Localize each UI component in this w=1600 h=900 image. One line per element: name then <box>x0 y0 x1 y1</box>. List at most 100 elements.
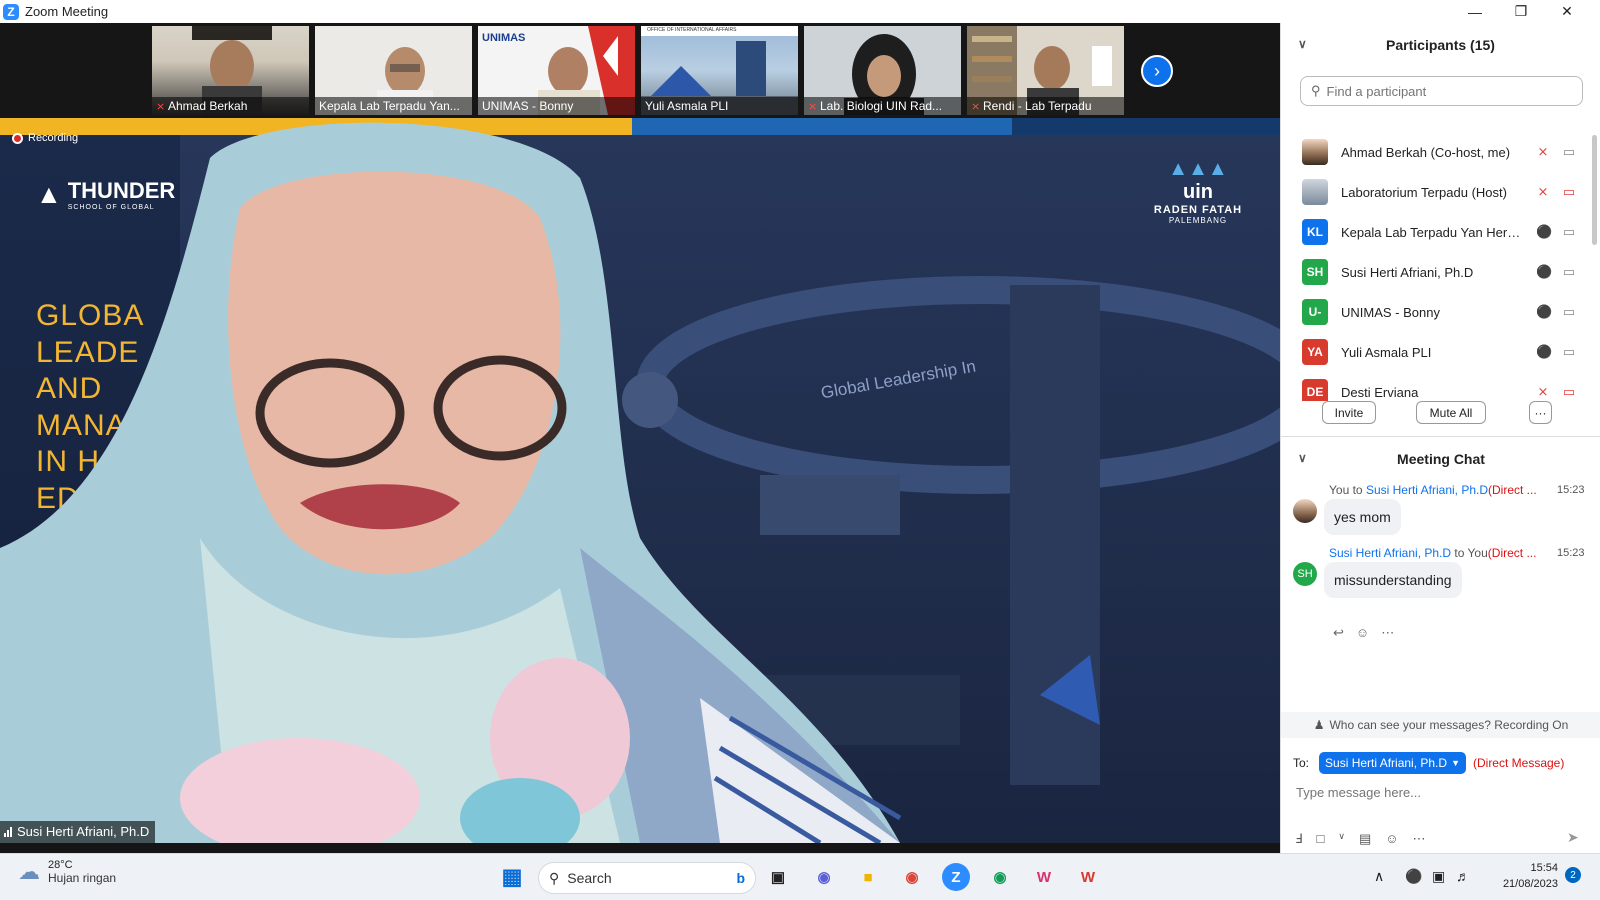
microphone-icon[interactable]: ⚫ <box>1536 264 1552 280</box>
invite-button[interactable]: Invite <box>1322 401 1376 424</box>
restore-button[interactable]: ❐ <box>1498 0 1544 23</box>
video-tile[interactable]: Kepala Lab Terpadu Yan... <box>315 26 472 115</box>
wps-office-icon[interactable]: W <box>1074 863 1102 891</box>
notification-badge[interactable]: 2 <box>1565 867 1581 883</box>
direct-message-label: (Direct Message) <box>1472 756 1565 770</box>
file-explorer-icon[interactable]: ■ <box>854 863 882 891</box>
chrome-icon[interactable]: ◉ <box>898 863 926 891</box>
camera-icon[interactable]: ▭ <box>1560 264 1578 280</box>
microphone-icon[interactable]: ⚫ <box>1536 224 1552 240</box>
more-icon[interactable]: ⋯ <box>1413 831 1426 847</box>
more-options-button[interactable]: ··· <box>1529 401 1552 424</box>
message-recipient[interactable]: Susi Herti Afriani, Ph.D <box>1366 483 1488 497</box>
screenshot-icon[interactable]: □ <box>1316 831 1324 847</box>
camera-off-icon[interactable]: ▭ <box>1560 384 1578 400</box>
participant-row[interactable]: KL Kepala Lab Terpadu Yan Hery ... ⚫ ▭ <box>1281 212 1599 252</box>
chevron-down-icon[interactable]: ∨ <box>1298 451 1307 465</box>
network-icon[interactable]: ▣ <box>1432 868 1445 885</box>
participant-row[interactable]: DE Desti Erviana ⨯ ▭ <box>1281 372 1599 401</box>
chevron-down-icon[interactable]: ∨ <box>1298 37 1307 51</box>
chat-message[interactable]: missunderstanding <box>1324 562 1462 598</box>
participant-row[interactable]: Ahmad Berkah (Co-host, me) ⨯ ▭ <box>1281 132 1599 172</box>
message-meta: You to Susi Herti Afriani, Ph.D(Direct .… <box>1329 483 1537 497</box>
taskbar-search[interactable]: ⚲ Search b <box>538 862 756 894</box>
mute-all-button[interactable]: Mute All <box>1416 401 1486 424</box>
message-actions: ↩ ☺ ⋯ <box>1333 625 1394 641</box>
chevron-down-icon[interactable]: ∨ <box>1338 831 1345 847</box>
video-tile[interactable]: UNIMAS UNIMAS - Bonny <box>478 26 635 115</box>
clock[interactable]: 15:54 21/08/2023 <box>1492 860 1558 892</box>
video-tile[interactable]: ⨯ Lab. Biologi UIN Rad... <box>804 26 961 115</box>
camera-icon[interactable]: ▭ <box>1560 224 1578 240</box>
participant-row[interactable]: YA Yuli Asmala PLI ⚫ ▭ <box>1281 332 1599 372</box>
signal-strength-icon <box>4 827 12 837</box>
direct-tag: (Direct ... <box>1487 546 1537 560</box>
video-tile[interactable]: ⨯ Ahmad Berkah <box>152 26 309 115</box>
participant-row[interactable]: Laboratorium Terpadu (Host) ⨯ ▭ <box>1281 172 1599 212</box>
reply-icon[interactable]: ↩ <box>1333 625 1344 641</box>
close-button[interactable]: ✕ <box>1544 0 1590 23</box>
participant-name: Susi Herti Afriani, Ph.D <box>1341 264 1474 280</box>
recipient-dropdown[interactable]: Susi Herti Afriani, Ph.D ▼ <box>1319 752 1466 774</box>
search-icon: ⚲ <box>1311 83 1321 98</box>
message-sender[interactable]: Susi Herti Afriani, Ph.D <box>1329 546 1451 560</box>
participant-row[interactable]: SH Susi Herti Afriani, Ph.D ⚫ ▭ <box>1281 252 1599 292</box>
video-tile[interactable]: ⨯ Rendi - Lab Terpadu <box>967 26 1124 115</box>
mic-muted-icon[interactable]: ⨯ <box>1536 144 1550 160</box>
participant-row[interactable]: U- UNIMAS - Bonny ⚫ ▭ <box>1281 292 1599 332</box>
tile-name: UNIMAS - Bonny <box>482 99 574 113</box>
teams-chat-icon[interactable]: ◉ <box>810 863 838 891</box>
recording-label: Recording <box>28 132 79 144</box>
more-icon[interactable]: ⋯ <box>1381 625 1394 641</box>
chrome-profile-icon[interactable]: ◉ <box>986 863 1014 891</box>
avatar <box>1293 499 1317 523</box>
volume-icon[interactable]: ♬ <box>1456 868 1470 884</box>
camera-off-icon[interactable]: ▭ <box>1560 184 1578 200</box>
weather-widget[interactable]: ☁ 28°C Hujan ringan <box>18 859 116 885</box>
title-bar: Z Zoom Meeting — ❐ ✕ <box>0 0 1600 23</box>
message-time: 15:23 <box>1557 547 1585 559</box>
visibility-text: Who can see your messages? Recording On <box>1329 718 1569 732</box>
microphone-icon[interactable]: ⚫ <box>1405 868 1422 885</box>
video-tile[interactable]: OFFICE OF INTERNATIONAL AFFAIRS Yuli Asm… <box>641 26 798 115</box>
chat-message-input[interactable] <box>1296 781 1576 803</box>
uin-emblem-icon: ▲▲▲ <box>1168 158 1228 180</box>
send-icon[interactable]: ➤ <box>1567 829 1579 846</box>
chevron-up-icon[interactable]: ∧ <box>1374 868 1384 885</box>
windows-start-icon[interactable]: ▦ <box>498 863 526 891</box>
mic-muted-icon[interactable]: ⨯ <box>1536 384 1550 400</box>
app-w-icon[interactable]: W <box>1030 863 1058 891</box>
participant-list: Ahmad Berkah (Co-host, me) ⨯ ▭ Laborator… <box>1281 132 1600 401</box>
chat-message[interactable]: yes mom <box>1324 499 1401 535</box>
recording-indicator[interactable]: Recording <box>12 132 78 144</box>
next-page-arrow-icon[interactable]: › <box>1141 55 1173 87</box>
microphone-icon[interactable]: ⚫ <box>1536 344 1552 360</box>
zoom-app-icon[interactable]: Z <box>942 863 970 891</box>
avatar <box>1302 139 1328 165</box>
participant-search[interactable]: ⚲ <box>1300 76 1583 106</box>
camera-icon[interactable]: ▭ <box>1560 304 1578 320</box>
message-time: 15:23 <box>1557 484 1585 496</box>
window-title: Zoom Meeting <box>25 4 109 19</box>
taskbar: ☁ 28°C Hujan ringan ▦ ⚲ Search b ▣ ◉ ■ ◉… <box>0 853 1600 900</box>
avatar <box>1302 179 1328 205</box>
format-icon[interactable]: Ⅎ <box>1295 831 1302 847</box>
active-speaker-video[interactable]: Global Leadership In ▲ THUNDER SCHOOL OF … <box>0 118 1280 843</box>
side-panel: ∨ Participants (15) ⚲ Ahmad Berkah (Co-h… <box>1280 23 1600 853</box>
participant-scrollbar[interactable] <box>1592 135 1597 245</box>
participant-search-input[interactable] <box>1326 83 1557 99</box>
emoji-react-icon[interactable]: ☺ <box>1356 625 1369 641</box>
minimize-button[interactable]: — <box>1452 0 1498 23</box>
task-view-icon[interactable]: ▣ <box>764 863 792 891</box>
weather-temp: 28°C <box>48 859 73 871</box>
tile-name: Lab. Biologi UIN Rad... <box>820 99 943 113</box>
camera-icon[interactable]: ▭ <box>1560 144 1578 160</box>
speaker-name-tag: Susi Herti Afriani, Ph.D <box>0 821 156 843</box>
emoji-icon[interactable]: ☺ <box>1385 831 1398 847</box>
microphone-icon[interactable]: ⚫ <box>1536 304 1552 320</box>
file-icon[interactable]: ▤ <box>1359 831 1371 847</box>
mic-muted-icon[interactable]: ⨯ <box>1536 184 1550 200</box>
camera-icon[interactable]: ▭ <box>1560 344 1578 360</box>
visibility-notice[interactable]: ♟ Who can see your messages? Recording O… <box>1281 712 1600 738</box>
participants-header: ∨ Participants (15) <box>1281 23 1600 67</box>
